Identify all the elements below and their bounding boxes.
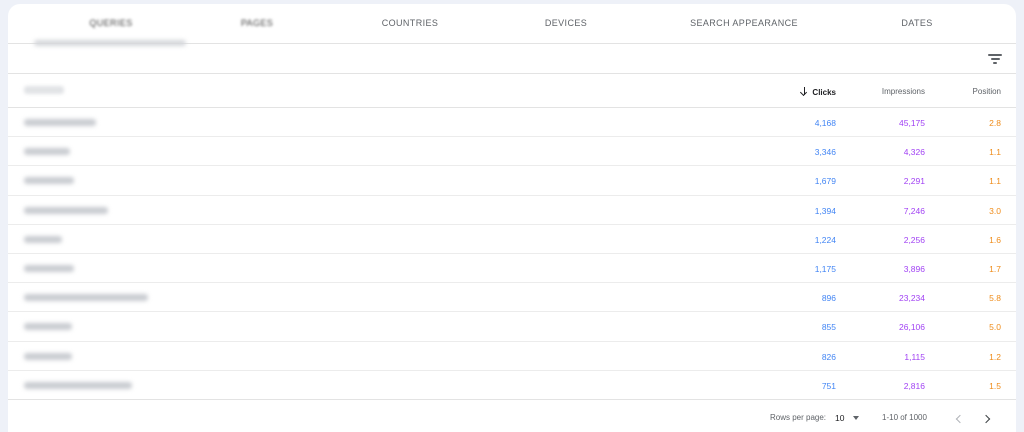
impressions-cell: 2,291 bbox=[903, 176, 925, 187]
position-column-header[interactable]: Position bbox=[973, 87, 1001, 96]
impressions-cell: 2,816 bbox=[903, 380, 925, 391]
position-cell: 2.8 bbox=[989, 118, 1001, 128]
tab-queries[interactable]: QUERIES bbox=[89, 18, 132, 28]
chevron-left-icon[interactable] bbox=[953, 413, 965, 425]
impressions-cell: 45,175 bbox=[899, 118, 925, 128]
position-cell: 1.6 bbox=[989, 234, 1001, 245]
query-column-header-redacted[interactable] bbox=[24, 86, 64, 94]
tab-pages[interactable]: PAGES bbox=[241, 18, 273, 28]
table-row[interactable]: 1,224 2,256 1.6 bbox=[8, 225, 1016, 254]
position-cell: 5.0 bbox=[989, 322, 1001, 333]
clicks-header-label: Clicks bbox=[812, 88, 836, 97]
clicks-cell: 4,168 bbox=[814, 118, 836, 128]
position-cell: 1.1 bbox=[989, 147, 1001, 158]
tab-search-appearance[interactable]: SEARCH APPEARANCE bbox=[690, 18, 798, 28]
query-redacted bbox=[24, 264, 74, 272]
position-cell: 1.2 bbox=[989, 351, 1001, 362]
position-cell: 3.0 bbox=[989, 205, 1001, 216]
impressions-cell: 26,106 bbox=[899, 322, 925, 333]
impressions-cell: 3,896 bbox=[903, 263, 925, 274]
tab-dates[interactable]: DATES bbox=[901, 18, 932, 28]
performance-table-card: QUERIES PAGES COUNTRIES DEVICES SEARCH A… bbox=[8, 4, 1016, 432]
clicks-cell: 896 bbox=[821, 293, 836, 304]
table-row[interactable]: 896 23,234 5.8 bbox=[8, 283, 1016, 313]
rows-per-page-label: Rows per page: bbox=[770, 413, 827, 422]
query-redacted bbox=[24, 294, 148, 302]
query-redacted bbox=[24, 206, 108, 214]
table-row[interactable]: 3,346 4,326 1.1 bbox=[8, 137, 1016, 167]
position-cell: 1.1 bbox=[989, 176, 1001, 187]
query-redacted bbox=[24, 177, 74, 185]
clicks-cell: 1,175 bbox=[814, 263, 836, 274]
tab-devices[interactable]: DEVICES bbox=[545, 18, 587, 28]
table-row[interactable]: 4,168 45,175 2.8 bbox=[8, 108, 1016, 138]
impressions-cell: 2,256 bbox=[903, 234, 925, 245]
query-redacted bbox=[24, 235, 62, 243]
query-redacted bbox=[24, 119, 96, 126]
clicks-cell: 855 bbox=[821, 322, 836, 333]
query-redacted bbox=[24, 381, 132, 389]
tab-countries[interactable]: COUNTRIES bbox=[382, 18, 439, 28]
arrow-down-icon bbox=[800, 87, 808, 96]
position-cell: 1.5 bbox=[989, 380, 1001, 391]
impressions-cell: 23,234 bbox=[899, 293, 925, 304]
rows-per-page-select[interactable]: 10 bbox=[835, 413, 844, 423]
table-toolbar bbox=[8, 44, 1016, 74]
clicks-cell: 3,346 bbox=[814, 147, 836, 158]
table-body: 4,168 45,175 2.8 3,346 4,326 1.1 1,679 2… bbox=[8, 108, 1016, 400]
table-row[interactable]: 751 2,816 1.5 bbox=[8, 371, 1016, 400]
tab-bar: QUERIES PAGES COUNTRIES DEVICES SEARCH A… bbox=[8, 4, 1016, 44]
impressions-cell: 7,246 bbox=[903, 205, 925, 216]
position-cell: 5.8 bbox=[989, 293, 1001, 304]
impressions-cell: 1,115 bbox=[904, 351, 925, 362]
clicks-cell: 751 bbox=[821, 380, 836, 391]
clicks-cell: 826 bbox=[821, 351, 836, 362]
table-row[interactable]: 1,679 2,291 1.1 bbox=[8, 166, 1016, 196]
clicks-cell: 1,224 bbox=[814, 234, 836, 245]
position-cell: 1.7 bbox=[989, 263, 1001, 274]
query-redacted bbox=[24, 352, 72, 360]
chevron-right-icon[interactable] bbox=[981, 413, 993, 425]
impressions-cell: 4,326 bbox=[903, 147, 925, 158]
filter-icon[interactable] bbox=[988, 53, 1002, 65]
impressions-column-header[interactable]: Impressions bbox=[882, 87, 925, 96]
clicks-cell: 1,394 bbox=[814, 205, 836, 216]
clicks-column-header[interactable]: Clicks bbox=[800, 87, 836, 97]
query-redacted bbox=[24, 148, 70, 156]
clicks-cell: 1,679 bbox=[814, 176, 836, 187]
query-redacted bbox=[24, 323, 72, 331]
table-row[interactable]: 1,175 3,896 1.7 bbox=[8, 254, 1016, 284]
table-row[interactable]: 1,394 7,246 3.0 bbox=[8, 196, 1016, 225]
table-row[interactable]: 855 26,106 5.0 bbox=[8, 312, 1016, 342]
table-pagination: Rows per page: 10 1-10 of 1000 bbox=[8, 404, 1016, 432]
table-row[interactable]: 826 1,115 1.2 bbox=[8, 342, 1016, 371]
caret-down-icon[interactable] bbox=[853, 416, 859, 420]
table-header: Clicks Impressions Position bbox=[8, 74, 1016, 108]
pagination-range: 1-10 of 1000 bbox=[882, 413, 927, 422]
